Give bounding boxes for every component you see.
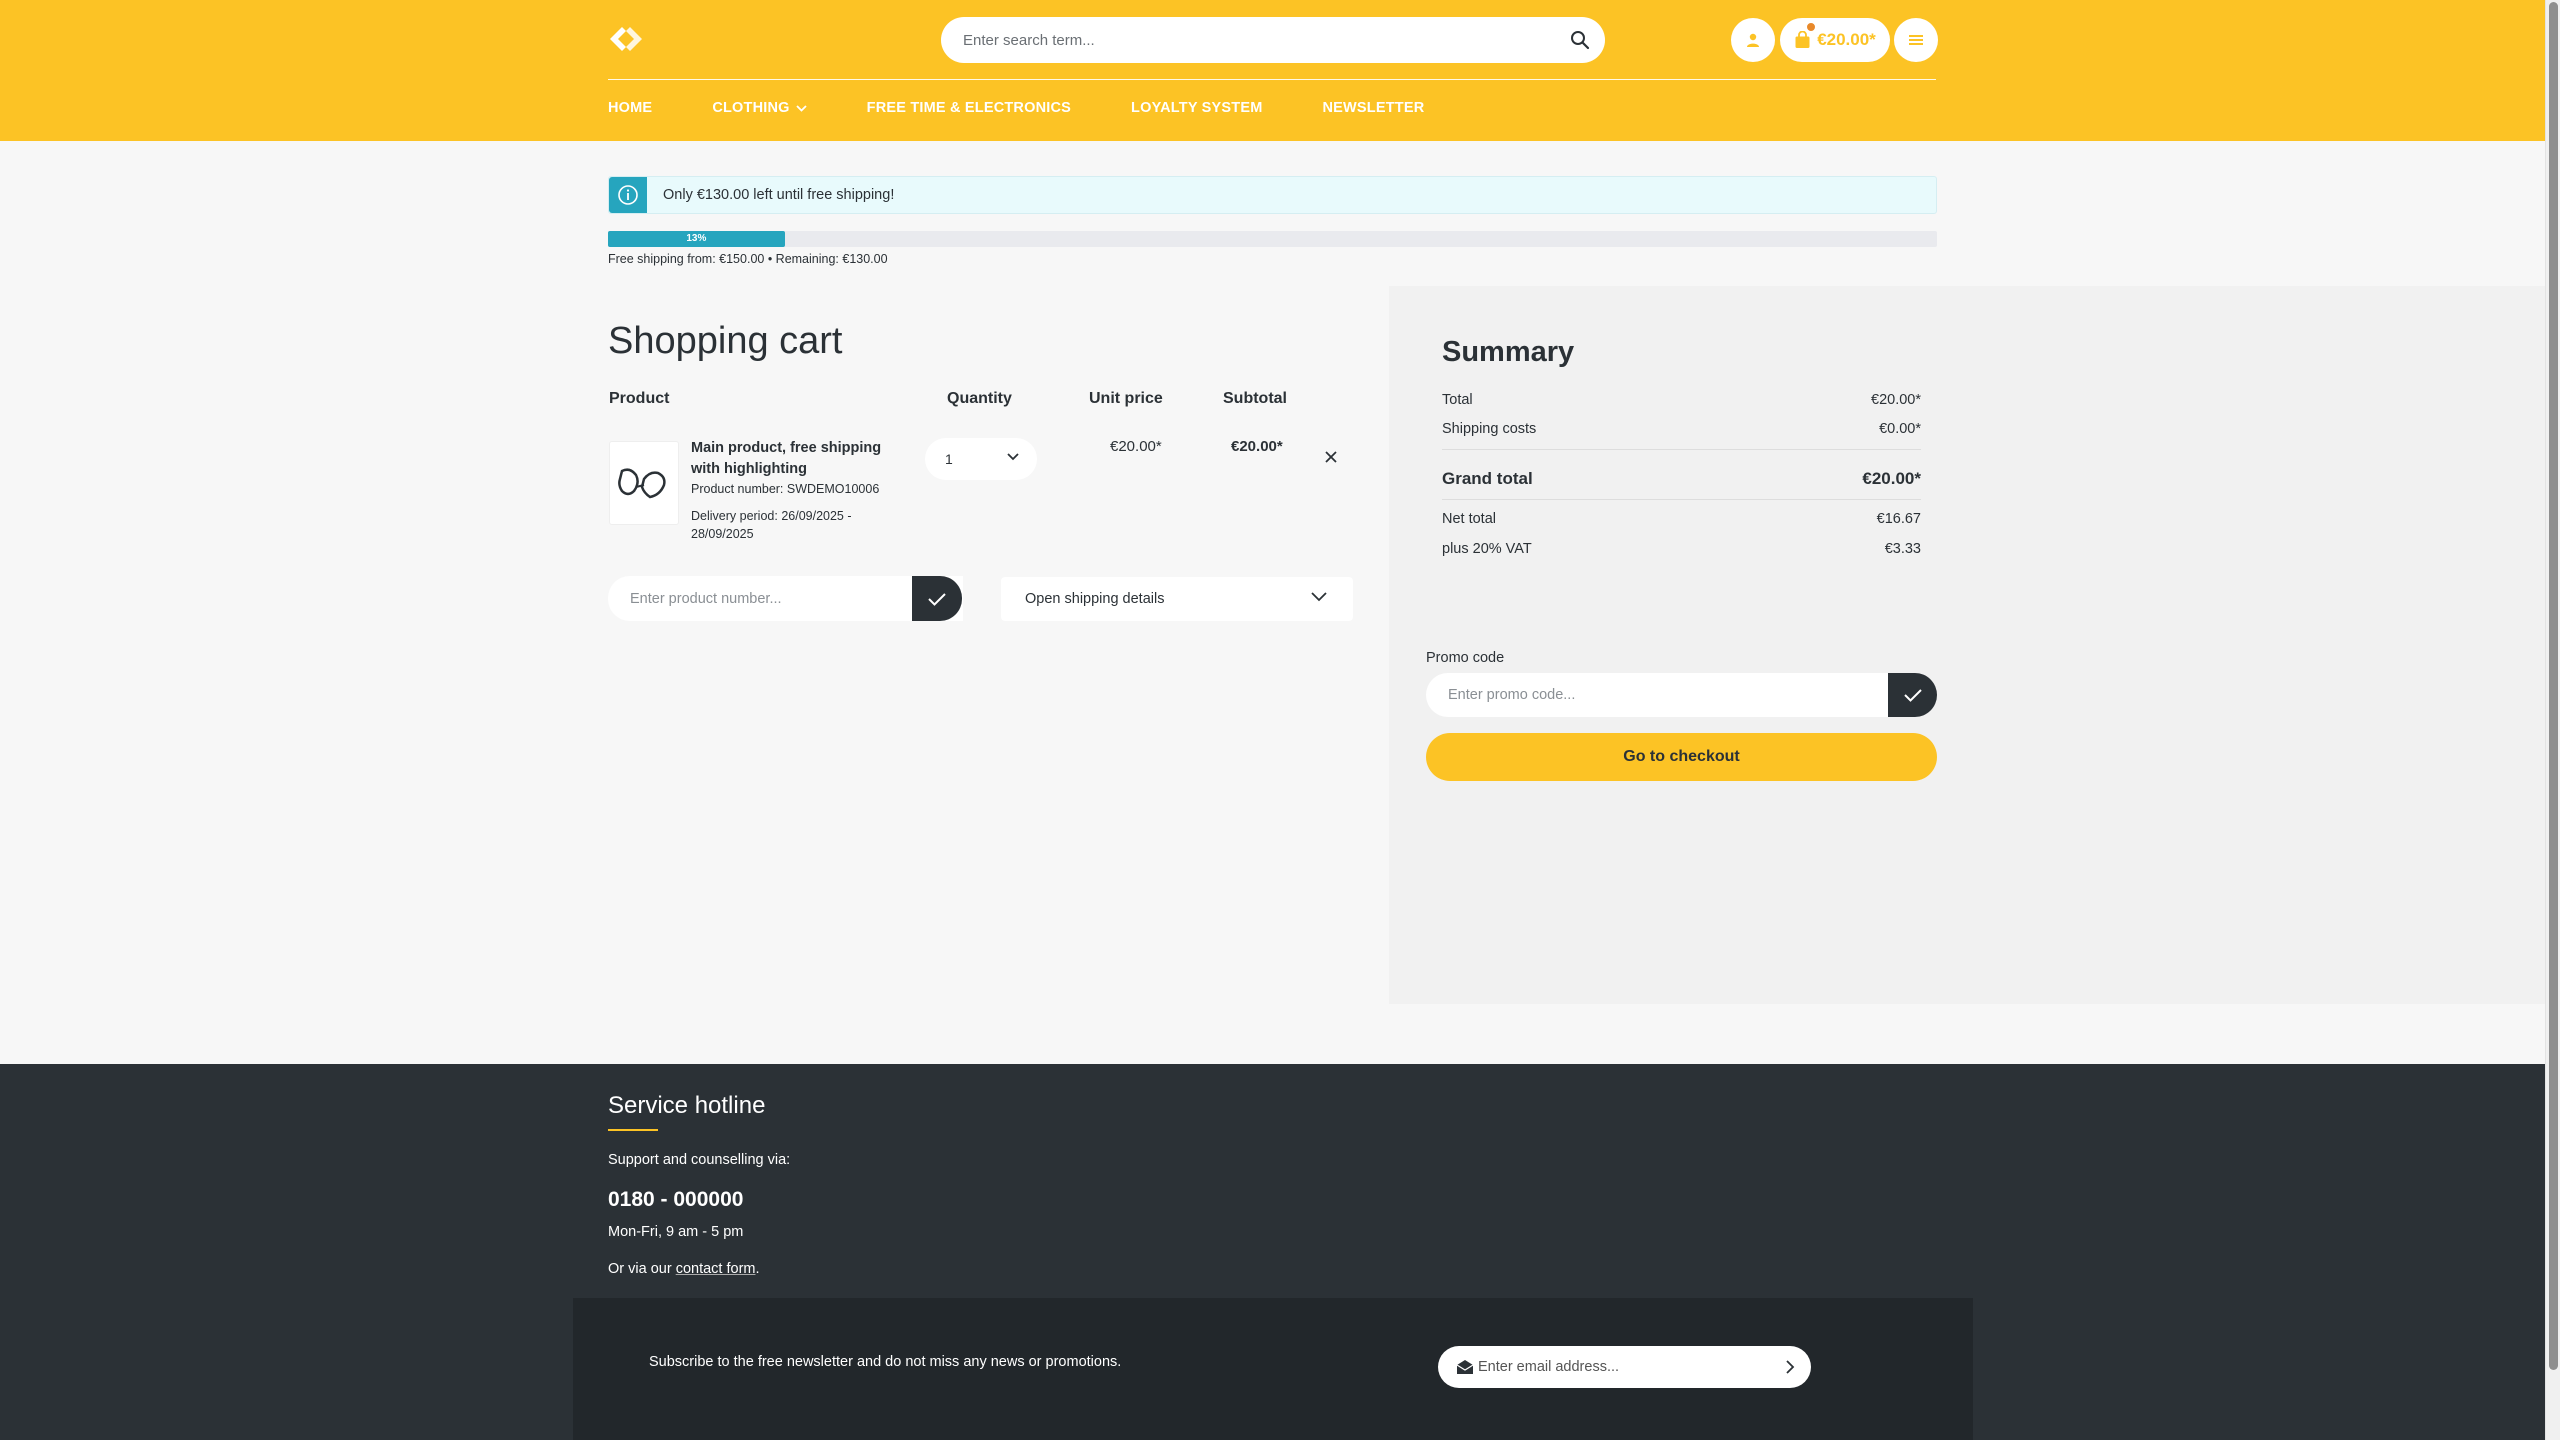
column-header-product: Product xyxy=(609,390,670,407)
product-thumbnail[interactable] xyxy=(609,441,679,525)
service-hotline-title: Service hotline xyxy=(608,1092,766,1119)
hamburger-menu-icon xyxy=(1909,35,1923,45)
hotline-phone[interactable]: 0180 - 000000 xyxy=(608,1188,743,1212)
chevron-down-icon xyxy=(796,104,807,112)
menu-button[interactable] xyxy=(1894,18,1938,62)
page-title: Shopping cart xyxy=(608,320,843,362)
cart-badge xyxy=(1806,22,1816,32)
account-button[interactable] xyxy=(1731,18,1775,62)
summary-divider xyxy=(1442,499,1921,500)
shipping-details-toggle[interactable]: Open shipping details xyxy=(1001,577,1353,621)
free-shipping-notice: Only €130.00 left until free shipping! xyxy=(608,176,1937,214)
chevron-right-icon[interactable] xyxy=(1785,1359,1795,1375)
promo-code-label: Promo code xyxy=(1426,650,1505,666)
newsletter-field xyxy=(1438,1346,1811,1388)
summary-vat: plus 20% VAT €3.33 xyxy=(1442,541,1921,557)
nav-item-clothing[interactable]: CLOTHING xyxy=(712,100,807,116)
product-image-icon xyxy=(618,468,666,499)
line-subtotal: €20.00* xyxy=(1231,438,1283,455)
summary-row-total: Total €20.00* xyxy=(1442,392,1921,408)
user-icon xyxy=(1747,33,1759,47)
promo-code-field xyxy=(1426,673,1891,717)
promo-code-input[interactable] xyxy=(1448,673,1848,717)
header-divider xyxy=(608,79,1936,80)
support-text: Support and counselling via: xyxy=(608,1152,791,1168)
summary-row-shipping: Shipping costs €0.00* xyxy=(1442,421,1921,437)
nav-item-newsletter[interactable]: NEWSLETTER xyxy=(1322,100,1424,116)
opening-hours: Mon-Fri, 9 am - 5 pm xyxy=(608,1224,744,1240)
nav-item-home[interactable]: HOME xyxy=(608,100,652,116)
column-header-subtotal: Subtotal xyxy=(1223,390,1287,407)
chevron-down-icon xyxy=(1311,592,1327,602)
product-name[interactable]: Main product, free shipping with highlig… xyxy=(691,438,901,480)
cart-button[interactable]: €20.00* xyxy=(1780,18,1890,62)
search-icon[interactable] xyxy=(1569,29,1591,51)
apply-promo-button[interactable] xyxy=(1888,673,1937,717)
quantity-value: 1 xyxy=(945,451,953,467)
newsletter-text: Subscribe to the free newsletter and do … xyxy=(649,1354,1122,1370)
add-product-field xyxy=(608,576,963,621)
nav-item-loyalty-system[interactable]: LOYALTY SYSTEM xyxy=(1131,100,1262,116)
shop-logo-icon[interactable] xyxy=(608,24,644,54)
envelope-icon xyxy=(1456,1360,1474,1374)
checkout-button[interactable]: Go to checkout xyxy=(1426,733,1937,781)
newsletter-bar: Subscribe to the free newsletter and do … xyxy=(573,1298,1973,1440)
checkmark-icon xyxy=(1903,689,1922,702)
page-scrollbar[interactable] xyxy=(2545,0,2560,1440)
free-shipping-progress: 13% xyxy=(608,231,1937,247)
unit-price: €20.00* xyxy=(1110,438,1162,455)
summary-grand-total: Grand total €20.00* xyxy=(1442,469,1921,488)
summary-title: Summary xyxy=(1442,336,1575,368)
delivery-period: Delivery period: 26/09/2025 - 28/09/2025 xyxy=(691,509,852,541)
free-shipping-info: Free shipping from: €150.00 • Remaining:… xyxy=(608,252,888,266)
quantity-select[interactable]: 1 xyxy=(925,438,1037,480)
search-input[interactable] xyxy=(963,17,1523,63)
title-underline xyxy=(608,1129,658,1131)
nav-item-free-time-electronics[interactable]: FREE TIME & ELECTRONICS xyxy=(867,100,1071,116)
info-icon xyxy=(609,177,647,213)
checkmark-icon xyxy=(928,592,946,606)
add-product-button[interactable] xyxy=(912,576,962,621)
newsletter-email-input[interactable] xyxy=(1478,1346,1768,1388)
shopping-bag-icon xyxy=(1795,31,1810,48)
column-header-quantity: Quantity xyxy=(947,390,1012,407)
column-header-unit-price: Unit price xyxy=(1089,390,1163,407)
contact-form-link[interactable]: contact form xyxy=(676,1261,756,1277)
product-number-input[interactable] xyxy=(630,576,930,621)
chevron-down-icon xyxy=(1007,453,1019,461)
search-bar xyxy=(941,17,1605,63)
free-shipping-message: Only €130.00 left until free shipping! xyxy=(663,187,895,203)
main-navigation: HOME CLOTHING FREE TIME & ELECTRONICS LO… xyxy=(608,100,1424,116)
product-number: Product number: SWDEMO10006 xyxy=(691,482,880,496)
summary-divider xyxy=(1442,449,1921,450)
cart-total: €20.00* xyxy=(1817,30,1876,49)
scrollbar-thumb[interactable] xyxy=(2549,2,2558,1370)
progress-fill: 13% xyxy=(608,231,785,247)
summary-net-total: Net total €16.67 xyxy=(1442,511,1921,527)
remove-item-icon[interactable] xyxy=(1322,448,1340,466)
contact-line: Or via our contact form. xyxy=(608,1261,760,1277)
header: €20.00* HOME CLOTHING FREE TIME & ELECTR… xyxy=(0,0,2545,141)
shipping-details-label: Open shipping details xyxy=(1025,591,1165,607)
